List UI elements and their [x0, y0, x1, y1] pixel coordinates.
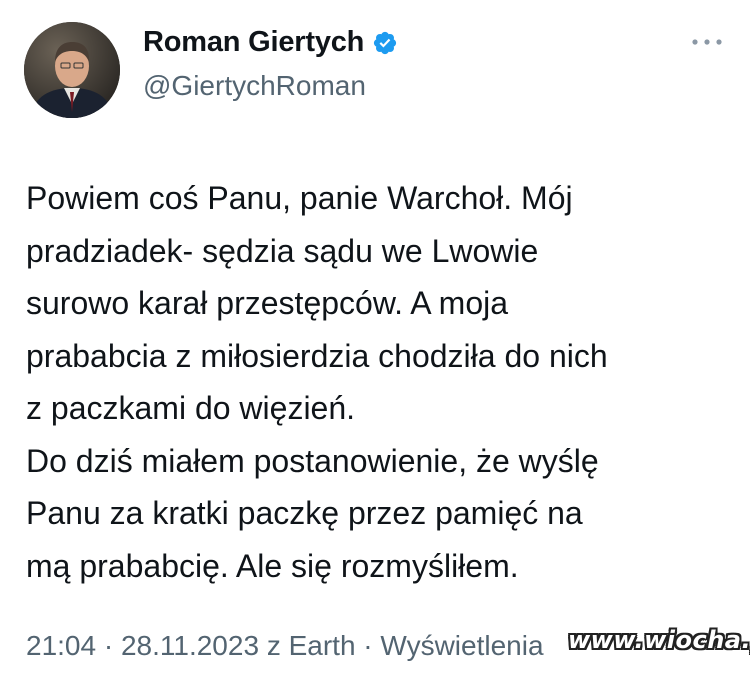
meta-separator: · — [363, 630, 373, 661]
tweet-text-line: pradziadek- sędzia sądu we Lwowie — [26, 232, 539, 269]
tweet-text-line: Do dziś miałem postanowienie, że wyślę — [26, 442, 599, 479]
tweet-text-line: z paczkami do więzień. — [26, 390, 356, 426]
tweet-card: Roman Giertych @GiertychRoman Powiem coś… — [0, 0, 750, 674]
tweet-text-line: prababcia z miłosierdzia chodziła do nic… — [26, 337, 608, 374]
tweet-text-line: mą prababcię. Ale się rozmyśliłem. — [26, 547, 519, 584]
tweet-text-line: Panu za kratki paczkę przez pamięć na — [26, 495, 583, 531]
more-options-icon[interactable] — [690, 32, 724, 52]
profile-photo-icon — [24, 22, 120, 118]
tweet-text-line: Powiem coś Panu, panie Warchoł. Mój — [26, 180, 573, 216]
tweet-text-line: surowo karał przestępców. A moja — [26, 285, 509, 321]
tweet-date[interactable]: 28.11.2023 — [121, 630, 259, 661]
tweet-time[interactable]: 21:04 — [26, 630, 96, 661]
meta-separator: · — [103, 630, 114, 661]
author-display-name[interactable]: Roman Giertych — [143, 26, 364, 59]
views-label[interactable]: Wyświetlenia — [380, 630, 543, 661]
tweet-metadata: 21:04 · 28.11.2023 z Earth · Wyświetleni… — [26, 630, 544, 662]
avatar[interactable] — [24, 22, 120, 118]
author-handle[interactable]: @GiertychRoman — [143, 70, 366, 102]
tweet-source: z Earth — [266, 630, 356, 661]
author-name-row: Roman Giertych — [143, 26, 398, 59]
watermark: www.wiocha.pl — [568, 626, 750, 654]
tweet-text: Powiem coś Panu, panie Warchoł. Mój prad… — [26, 172, 731, 592]
verified-badge-icon[interactable] — [372, 30, 398, 56]
